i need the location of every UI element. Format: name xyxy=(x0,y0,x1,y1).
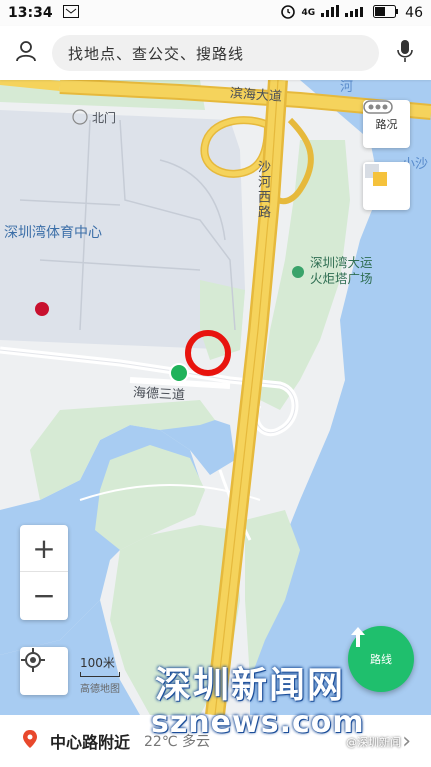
poi-label-torch: 深圳湾大运 火炬塔广场 xyxy=(310,255,373,287)
alarm-icon xyxy=(280,3,296,23)
voice-search-button[interactable] xyxy=(379,26,431,80)
signal-icon-2 xyxy=(345,5,367,21)
zoom-out-button[interactable]: − xyxy=(20,572,68,619)
poi-label-torch-line2: 火炬塔广场 xyxy=(310,271,373,286)
network-type: 4G xyxy=(301,8,316,18)
battery-icon xyxy=(373,4,399,22)
user-icon xyxy=(15,40,37,66)
poi-label-torch-line1: 深圳湾大运 xyxy=(310,255,373,270)
traffic-label: 路况 xyxy=(375,118,398,131)
scale-bar xyxy=(80,672,120,677)
signal-icon xyxy=(321,5,340,21)
battery-level: 46 xyxy=(405,5,423,21)
zoom-controls: + − xyxy=(20,525,68,620)
location-pin-icon xyxy=(22,729,38,753)
traffic-button[interactable]: 路况 xyxy=(363,100,410,148)
map-scale: 100米 高德地图 xyxy=(80,654,120,695)
road-label-haide: 海德三道 xyxy=(132,385,186,404)
notification-icon xyxy=(62,4,79,22)
search-input[interactable]: 找地点、查公交、搜路线 xyxy=(52,35,379,71)
weibo-watermark: @深圳新闻 xyxy=(346,736,401,749)
microphone-icon xyxy=(397,39,413,67)
map-poi-marker xyxy=(169,363,189,383)
search-placeholder: 找地点、查公交、搜路线 xyxy=(68,44,245,63)
zoom-in-button[interactable]: + xyxy=(20,525,68,572)
watermark-en: sznews.com xyxy=(151,705,365,740)
status-time: 13:34 xyxy=(8,5,53,21)
search-bar: 找地点、查公交、搜路线 xyxy=(0,26,431,80)
route-label: 路线 xyxy=(370,653,392,666)
poi-label-stadium: 深圳湾体育中心 xyxy=(4,225,102,241)
current-location-name: 中心路附近 xyxy=(50,733,131,752)
road-label-shahexi: 沙河西路 xyxy=(255,160,270,220)
map-view[interactable]: 滨海大道 北门 河 沙河西路 深圳湾体育中心 深圳湾大运 火炬塔广场 海德三道 … xyxy=(0,80,431,715)
watermark-cn: 深圳新闻网 xyxy=(155,665,346,706)
chevron-right-icon: › xyxy=(402,728,411,754)
river-label: 河 xyxy=(340,80,354,95)
status-bar: 13:34 4G 46 xyxy=(0,0,431,26)
map-brand: 高德地图 xyxy=(80,684,120,695)
road-label-binhai: 滨海大道 xyxy=(229,86,283,105)
poi-label-beimen: 北门 xyxy=(92,111,117,125)
locate-button[interactable] xyxy=(20,647,68,695)
map-layers-button[interactable] xyxy=(363,162,410,210)
user-button[interactable] xyxy=(0,26,52,80)
scale-label: 100米 xyxy=(80,656,115,670)
news-watermark: 深圳新闻网 sznews.com xyxy=(151,665,365,740)
